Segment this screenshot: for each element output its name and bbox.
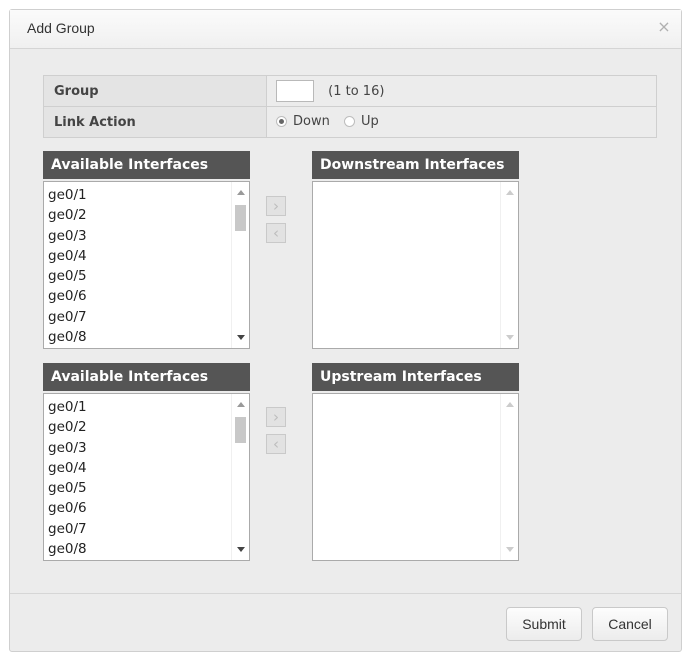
close-icon[interactable]: ×: [655, 18, 673, 36]
scroll-thumb[interactable]: [235, 417, 246, 443]
scroll-up-icon[interactable]: [237, 190, 245, 195]
downstream-interfaces-header: Downstream Interfaces: [312, 151, 519, 179]
upstream-available-item[interactable]: ge0/8: [48, 539, 249, 559]
group-row: Group (1 to 16): [43, 75, 657, 107]
upstream-available-item[interactable]: ge0/4: [48, 458, 249, 478]
remove-downstream-button[interactable]: ‹: [266, 223, 286, 243]
scroll-thumb[interactable]: [235, 205, 246, 231]
downstream-available-panel: Available Interfaces ge0/1 ge0/2 ge0/3 ge0/…: [43, 151, 250, 349]
upstream-interfaces-listbox[interactable]: [312, 393, 519, 561]
upstream-available-item[interactable]: ge0/7: [48, 519, 249, 539]
downstream-selected-panel: Downstream Interfaces: [312, 151, 519, 349]
group-value-cell: (1 to 16): [266, 75, 657, 107]
link-action-down-radio[interactable]: [276, 115, 287, 127]
downstream-available-items: ge0/1 ge0/2 ge0/3 ge0/4 ge0/5 ge0/6 ge0/7 ge0/8: [44, 182, 249, 347]
downstream-available-item[interactable]: ge0/7: [48, 307, 249, 327]
link-action-up-option[interactable]: Up: [343, 113, 379, 129]
upstream-available-scrollbar[interactable]: [231, 394, 249, 560]
upstream-available-item[interactable]: ge0/5: [48, 478, 249, 498]
scroll-up-icon[interactable]: [506, 190, 514, 195]
group-range-hint: (1 to 16): [328, 83, 385, 99]
group-label: Group: [43, 75, 267, 107]
downstream-available-item[interactable]: ge0/8: [48, 327, 249, 347]
link-action-label: Link Action: [43, 106, 267, 138]
link-action-up-radio[interactable]: [343, 115, 355, 127]
scroll-up-icon[interactable]: [506, 402, 514, 407]
upstream-available-item[interactable]: ge0/1: [48, 397, 249, 417]
scroll-down-icon[interactable]: [237, 335, 245, 340]
downstream-available-item[interactable]: ge0/2: [48, 205, 249, 225]
upstream-available-header: Available Interfaces: [43, 363, 250, 391]
add-upstream-button[interactable]: ›: [266, 407, 286, 427]
upstream-available-item[interactable]: ge0/2: [48, 417, 249, 437]
upstream-selected-panel: Upstream Interfaces: [312, 363, 519, 561]
upstream-available-panel: Available Interfaces ge0/1 ge0/2 ge0/3 ge0/…: [43, 363, 250, 561]
settings-table: Group (1 to 16) Link Action Down Up: [43, 75, 657, 138]
upstream-interfaces-scrollbar[interactable]: [500, 394, 518, 560]
submit-button[interactable]: Submit: [506, 607, 582, 641]
cancel-button[interactable]: Cancel: [592, 607, 668, 641]
scroll-up-icon[interactable]: [237, 402, 245, 407]
dialog-titlebar: Add Group ×: [10, 10, 681, 49]
link-action-row: Link Action Down Up: [43, 106, 657, 138]
downstream-interfaces-listbox[interactable]: [312, 181, 519, 349]
add-downstream-button[interactable]: ›: [266, 196, 286, 216]
remove-upstream-button[interactable]: ‹: [266, 434, 286, 454]
link-action-down-option[interactable]: Down: [276, 114, 330, 129]
upstream-interfaces-items: [313, 394, 518, 397]
scroll-down-icon[interactable]: [237, 547, 245, 552]
scroll-down-icon[interactable]: [506, 335, 514, 340]
dialog-title: Add Group: [27, 20, 95, 36]
downstream-interfaces-items: [313, 182, 518, 185]
footer-divider: [10, 593, 681, 594]
link-action-up-label: Up: [360, 113, 379, 129]
scroll-down-icon[interactable]: [506, 547, 514, 552]
downstream-available-listbox[interactable]: ge0/1 ge0/2 ge0/3 ge0/4 ge0/5 ge0/6 ge0/7 ge0/8: [43, 181, 250, 349]
downstream-available-item[interactable]: ge0/5: [48, 266, 249, 286]
upstream-available-listbox[interactable]: ge0/1 ge0/2 ge0/3 ge0/4 ge0/5 ge0/6 ge0/7 ge0/8: [43, 393, 250, 561]
downstream-available-item[interactable]: ge0/4: [48, 246, 249, 266]
upstream-available-item[interactable]: ge0/6: [48, 498, 249, 518]
upstream-available-item[interactable]: ge0/3: [48, 438, 249, 458]
link-action-value-cell: Down Up: [266, 106, 657, 138]
downstream-interfaces-scrollbar[interactable]: [500, 182, 518, 348]
downstream-available-header: Available Interfaces: [43, 151, 250, 179]
downstream-available-item[interactable]: ge0/3: [48, 226, 249, 246]
upstream-available-items: ge0/1 ge0/2 ge0/3 ge0/4 ge0/5 ge0/6 ge0/7 ge0/8: [44, 394, 249, 559]
upstream-interfaces-header: Upstream Interfaces: [312, 363, 519, 391]
downstream-available-item[interactable]: ge0/6: [48, 286, 249, 306]
downstream-available-item[interactable]: ge0/1: [48, 185, 249, 205]
add-group-dialog: Add Group × Group (1 to 16) Link Action …: [9, 9, 682, 652]
group-input[interactable]: [276, 80, 314, 102]
downstream-available-scrollbar[interactable]: [231, 182, 249, 348]
link-action-down-label: Down: [293, 113, 330, 129]
